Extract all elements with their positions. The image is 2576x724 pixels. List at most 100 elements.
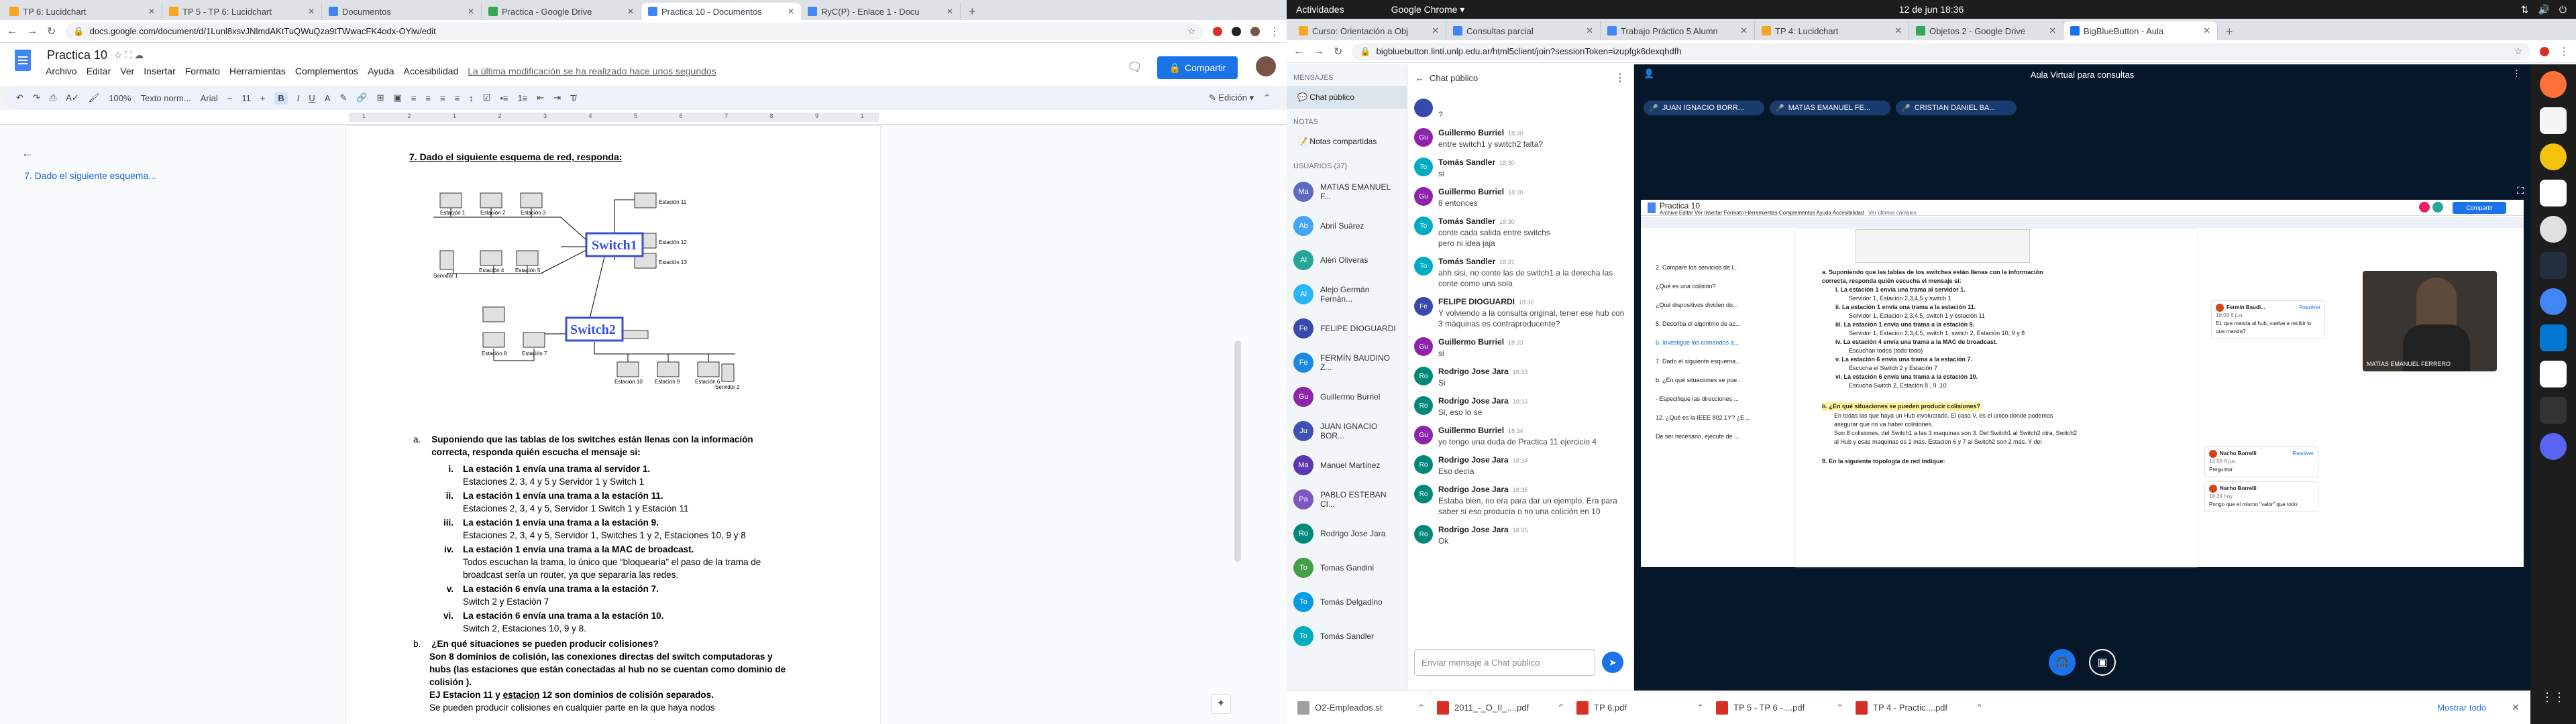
chevron-up-icon[interactable]: ⌃ bbox=[1836, 703, 1843, 713]
chevron-up-icon[interactable]: ⌃ bbox=[1417, 703, 1425, 713]
browser-tab[interactable]: Practica - Google Drive ✕ bbox=[482, 3, 641, 20]
webcam-video[interactable]: MATÍAS EMANUEL FERRERO bbox=[2363, 271, 2497, 371]
extension-icon[interactable] bbox=[2540, 46, 2549, 56]
reload-icon[interactable]: ↻ bbox=[1334, 45, 1342, 58]
system-monitor-icon[interactable] bbox=[2540, 397, 2567, 424]
print-icon[interactable]: ⎙ bbox=[50, 93, 56, 103]
show-all-downloads-button[interactable]: Mostrar todo bbox=[2424, 703, 2500, 713]
undo-icon[interactable]: ↶ bbox=[16, 93, 23, 103]
close-tab-icon[interactable]: ✕ bbox=[468, 7, 474, 16]
user-list-item[interactable]: Ju JUAN IGNACIO BOR... bbox=[1287, 414, 1407, 448]
zoom-select[interactable]: 100% bbox=[109, 93, 131, 103]
font-select[interactable]: Arial bbox=[201, 93, 218, 103]
menu-item[interactable]: Insertar bbox=[144, 66, 175, 76]
chrome-icon[interactable] bbox=[2540, 288, 2567, 315]
align-right-icon[interactable]: ≡ bbox=[440, 93, 445, 103]
screenshare-icon[interactable]: ▣ bbox=[2089, 649, 2116, 676]
font-size-field[interactable]: 11 bbox=[241, 93, 251, 103]
close-tab-icon[interactable]: ✕ bbox=[788, 7, 794, 16]
browser-tab[interactable]: TP 4: Lucidchart ✕ bbox=[1755, 21, 1909, 40]
activities-button[interactable]: Actividades bbox=[1296, 4, 1344, 15]
talking-user-pill[interactable]: 🎤 CRISTIAN DANIEL BA... bbox=[1896, 101, 2017, 115]
user-list-item[interactable]: Ma MATIAS EMANUEL F... bbox=[1287, 174, 1407, 208]
user-list-item[interactable]: To Tomás Sandler bbox=[1287, 619, 1407, 653]
close-tab-icon[interactable]: ✕ bbox=[947, 7, 953, 16]
close-tab-icon[interactable]: ✕ bbox=[2049, 25, 2056, 36]
close-icon[interactable]: ✕ bbox=[2512, 702, 2520, 713]
menu-item[interactable]: Ayuda bbox=[368, 66, 394, 76]
browser-tab[interactable]: Consultas parcial ✕ bbox=[1446, 21, 1601, 40]
settings-icon[interactable] bbox=[2540, 143, 2567, 170]
firefox-icon[interactable] bbox=[2540, 71, 2567, 98]
left-url-field[interactable]: 🔒 docs.google.com/document/d/1Lunl8xsvJN… bbox=[65, 22, 1203, 40]
extension-icon[interactable] bbox=[1213, 26, 1222, 36]
outline-item[interactable]: 7. Dado el siguiente esquema... bbox=[24, 170, 156, 181]
comment-card[interactable]: Nacho Borrelli Resolver 14:58 6 jun. Pregun… bbox=[2204, 446, 2318, 477]
increase-indent-icon[interactable]: ⇥ bbox=[553, 93, 561, 103]
vscode-icon[interactable] bbox=[2540, 324, 2567, 351]
docs-logo-icon[interactable] bbox=[15, 50, 31, 71]
close-tab-icon[interactable]: ✕ bbox=[148, 7, 155, 16]
user-list-item[interactable]: Ab Abril Suárez bbox=[1287, 208, 1407, 243]
bookmark-star-icon[interactable]: ☆ bbox=[1187, 26, 1195, 37]
align-center-icon[interactable]: ≡ bbox=[425, 93, 431, 103]
power-icon[interactable]: ⏻ bbox=[2559, 4, 2567, 15]
forward-icon[interactable]: → bbox=[27, 25, 38, 38]
clear-format-icon[interactable]: T̸ bbox=[570, 93, 576, 103]
browser-tab[interactable]: BigBlueButton - Aula ✕ bbox=[2063, 21, 2218, 40]
resolve-button[interactable]: Resolver bbox=[2299, 304, 2320, 312]
browser-tab[interactable]: Trabajo Práctico 5 Alumn ✕ bbox=[1601, 21, 1755, 40]
extension-icon[interactable] bbox=[1232, 26, 1241, 36]
chevron-up-icon[interactable]: ⌃ bbox=[1697, 703, 1704, 713]
new-tab-icon[interactable]: + bbox=[2218, 23, 2241, 40]
talking-user-pill[interactable]: 🎤 JUAN IGNACIO BORR... bbox=[1644, 101, 1764, 115]
star-icon[interactable]: ☆ ⛶ ☁ bbox=[114, 50, 144, 61]
user-list-item[interactable]: Gu Guillermo Burriel bbox=[1287, 379, 1407, 414]
redo-icon[interactable]: ↷ bbox=[33, 93, 40, 103]
forward-icon[interactable]: → bbox=[1313, 46, 1324, 58]
app-icon[interactable] bbox=[2540, 361, 2567, 387]
close-tab-icon[interactable]: ✕ bbox=[308, 7, 315, 16]
decrease-indent-icon[interactable]: ⇤ bbox=[537, 93, 544, 103]
checklist-icon[interactable]: ☑ bbox=[483, 93, 491, 103]
bold-button[interactable]: B bbox=[274, 91, 288, 105]
paint-format-icon[interactable]: 🖌 bbox=[89, 93, 100, 103]
explore-button[interactable]: ✦ bbox=[1211, 694, 1231, 714]
scrollbar[interactable] bbox=[1234, 341, 1241, 562]
browser-tab[interactable]: Documentos ✕ bbox=[322, 3, 482, 20]
close-tab-icon[interactable]: ✕ bbox=[1432, 25, 1439, 36]
profile-avatar[interactable] bbox=[1250, 26, 1260, 36]
user-list-item[interactable]: To Tomás Delgadino bbox=[1287, 585, 1407, 619]
menu-item[interactable]: Editar bbox=[87, 66, 111, 76]
send-icon[interactable]: ➤ bbox=[1602, 652, 1623, 673]
shared-notes-item[interactable]: 📝 Notas compartidas bbox=[1287, 130, 1407, 153]
decrease-size-icon[interactable]: − bbox=[227, 93, 233, 103]
spellcheck-icon[interactable]: A✓ bbox=[66, 93, 79, 103]
comment-add-icon[interactable]: ⊞ bbox=[377, 93, 384, 103]
resolve-button[interactable]: Resolver bbox=[2292, 450, 2314, 458]
browser-tab[interactable]: Objetos 2 - Google Drive ✕ bbox=[1909, 21, 2063, 40]
close-tab-icon[interactable]: ✕ bbox=[627, 7, 634, 16]
align-left-icon[interactable]: ≡ bbox=[411, 93, 417, 103]
outline-back-icon[interactable]: ← bbox=[21, 146, 34, 160]
amazon-icon[interactable] bbox=[2540, 252, 2567, 279]
discord-icon[interactable] bbox=[2540, 433, 2567, 460]
menu-item[interactable]: Archivo bbox=[46, 66, 77, 76]
browser-tab[interactable]: Curso: Orientación a Obj ✕ bbox=[1292, 21, 1446, 40]
user-list-item[interactable]: Ma Manuel Martínez bbox=[1287, 448, 1407, 482]
chevron-up-icon[interactable]: ⌃ bbox=[1557, 703, 1564, 713]
help-icon[interactable] bbox=[2540, 216, 2567, 243]
editing-mode-select[interactable]: ✎ Edición ▾ bbox=[1209, 93, 1254, 103]
link-icon[interactable]: 🔗 bbox=[356, 93, 367, 103]
image-icon[interactable]: ▣ bbox=[393, 93, 401, 103]
close-tab-icon[interactable]: ✕ bbox=[2203, 25, 2210, 36]
document-page[interactable]: 7. Dado el siguiente esquema de red, res… bbox=[346, 126, 880, 724]
collapse-toolbar-icon[interactable]: ⌃ bbox=[1263, 93, 1271, 103]
fullscreen-icon[interactable]: ⛶ bbox=[2517, 185, 2524, 196]
chat-input[interactable]: Enviar mensaje a Chat público bbox=[1414, 649, 1595, 676]
back-icon[interactable]: ← bbox=[1293, 46, 1304, 58]
user-list-item[interactable]: Al Alén Oliveras bbox=[1287, 243, 1407, 277]
close-chat-icon[interactable]: ← bbox=[1415, 73, 1424, 83]
text-color-icon[interactable]: A bbox=[325, 93, 331, 103]
user-list-item[interactable]: Fe FELIPE DIOGUARDI bbox=[1287, 311, 1407, 345]
